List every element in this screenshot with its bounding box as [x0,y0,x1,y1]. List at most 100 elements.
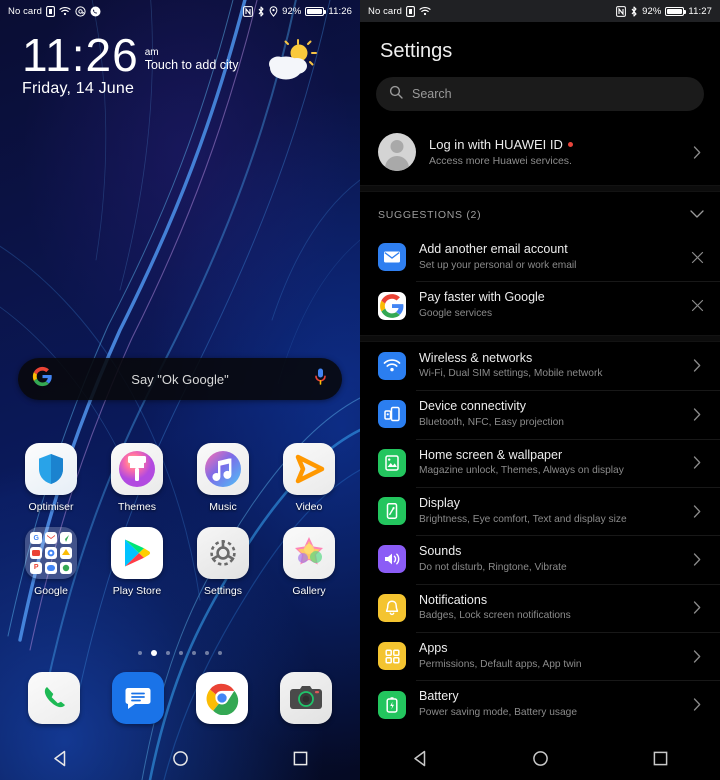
app-google-folder[interactable]: G P Google [14,527,88,597]
search-placeholder: Search [412,87,452,101]
clock-ampm: am [144,46,159,58]
settings-row-battery[interactable]: Battery Power saving mode, Battery usage [360,680,720,728]
app-grid-row-1: Optimiser Themes Music Video [0,443,360,513]
chevron-right-icon [688,553,706,566]
suggestion-row-email[interactable]: Add another email account Set up your pe… [360,233,720,281]
settings-row-device-connectivity[interactable]: Device connectivity Bluetooth, NFC, Easy… [360,390,720,438]
partly-cloudy-icon[interactable] [264,38,318,84]
wallpaper-image-icon [378,448,406,477]
settings-row-text: Apps Permissions, Default apps, App twin [419,641,675,671]
settings-row-title: Device connectivity [419,399,526,414]
page-dot[interactable] [166,651,170,655]
suggestion-text: Pay faster with Google Google services [419,290,675,320]
back-triangle-icon[interactable] [392,736,448,780]
settings-row-subtitle: Bluetooth, NFC, Easy projection [419,416,564,428]
phone-call-icon [90,6,101,17]
google-search-hint: Say "Ok Google" [131,371,229,387]
location-icon [269,5,278,17]
dual-screenshot: No card 92% 11:26 11:26 am Touch to add … [0,0,720,780]
suggestion-text: Add another email account Set up your pe… [419,242,675,272]
settings-row-text: Battery Power saving mode, Battery usage [419,689,675,719]
chevron-right-icon [688,504,706,518]
search-icon [389,85,403,104]
wifi-icon [419,6,431,16]
settings-row-text: Device connectivity Bluetooth, NFC, Easy… [419,399,675,429]
app-optimiser[interactable]: Optimiser [14,443,88,513]
app-gallery[interactable]: Gallery [272,527,346,597]
page-dot[interactable] [179,651,183,655]
email-envelope-icon [378,243,406,272]
app-label: Video [295,501,323,513]
google-search-bar[interactable]: Say "Ok Google" [18,358,342,400]
messages-bubble-icon[interactable] [112,672,164,724]
suggestions-list: Add another email account Set up your pe… [360,233,720,330]
settings-row-text: Wireless & networks Wi-Fi, Dual SIM sett… [419,351,675,381]
avatar [378,133,416,171]
home-circle-icon[interactable] [512,736,568,780]
settings-panel: No card 92% 11:27 Settings Search Log in… [360,0,720,780]
home-screen-panel: No card 92% 11:26 11:26 am Touch to add … [0,0,360,780]
page-dot[interactable] [205,651,209,655]
google-g-icon [378,291,406,320]
camera-icon[interactable] [280,672,332,724]
settings-status-bar: No card 92% 11:27 [360,0,720,22]
huawei-id-row[interactable]: Log in with HUAWEI ID Access more Huawei… [360,123,720,185]
recents-square-icon[interactable] [632,736,688,780]
clock-meta: am Touch to add city [145,47,239,78]
app-themes[interactable]: Themes [100,443,174,513]
clock-time: 11:26 [22,29,139,81]
back-triangle-icon[interactable] [32,736,88,780]
suggestions-header[interactable]: SUGGESTIONS (2) [360,192,720,233]
app-label: Settings [204,585,242,597]
status-badge [567,142,573,147]
suggestion-row-google-pay[interactable]: Pay faster with Google Google services [360,281,720,329]
page-dot[interactable] [138,651,142,655]
sim-card-icon [406,5,415,17]
home-circle-icon[interactable] [152,736,208,780]
page-indicator[interactable] [0,650,360,656]
add-city-hint[interactable]: Touch to add city [145,58,239,73]
carrier-label: No card [8,5,42,17]
app-video[interactable]: Video [272,443,346,513]
settings-row-wireless-networks[interactable]: Wireless & networks Wi-Fi, Dual SIM sett… [360,342,720,390]
settings-row-home-screen-wallpaper[interactable]: Home screen & wallpaper Magazine unlock,… [360,438,720,487]
chevron-down-icon[interactable] [690,206,704,224]
page-dot-active[interactable] [151,650,157,656]
settings-row-apps[interactable]: Apps Permissions, Default apps, App twin [360,632,720,680]
battery-icon [305,6,327,16]
page-dot[interactable] [218,651,222,655]
nfc-icon [243,5,253,17]
wifi-icon [59,6,71,16]
app-label: Google [34,585,68,597]
settings-gear-icon [197,527,249,579]
home-status-bar: No card 92% 11:26 [0,0,360,22]
settings-row-sounds[interactable]: Sounds Do not disturb, Ringtone, Vibrate [360,535,720,583]
app-label: Gallery [292,585,326,597]
settings-row-title: Home screen & wallpaper [419,447,563,462]
close-icon[interactable] [688,251,706,264]
settings-row-subtitle: Permissions, Default apps, App twin [419,658,582,670]
recents-square-icon[interactable] [272,736,328,780]
status-bar-time: 11:27 [688,5,712,17]
google-g-icon [32,366,53,392]
status-bar-left: No card [8,6,101,17]
battery-percent-label: 92% [282,5,302,17]
app-music[interactable]: Music [186,443,260,513]
app-settings[interactable]: Settings [186,527,260,597]
microphone-icon[interactable] [313,367,328,391]
app-play-store[interactable]: Play Store [100,527,174,597]
settings-nav-bar [360,736,720,780]
settings-row-notifications[interactable]: Notifications Badges, Lock screen notifi… [360,583,720,632]
search-input[interactable]: Search [376,77,704,111]
video-play-icon [283,443,335,495]
settings-row-display[interactable]: Display Brightness, Eye comfort, Text an… [360,486,720,535]
chrome-icon[interactable] [196,672,248,724]
wifi-icon [378,351,406,380]
close-icon[interactable] [688,299,706,312]
app-grid: Optimiser Themes Music Video G P Google … [0,443,360,611]
sim-card-icon [46,5,55,17]
suggestion-title: Pay faster with Google [419,290,545,305]
phone-handset-icon[interactable] [28,672,80,724]
settings-row-subtitle: Do not disturb, Ringtone, Vibrate [419,561,567,573]
page-dot[interactable] [192,651,196,655]
